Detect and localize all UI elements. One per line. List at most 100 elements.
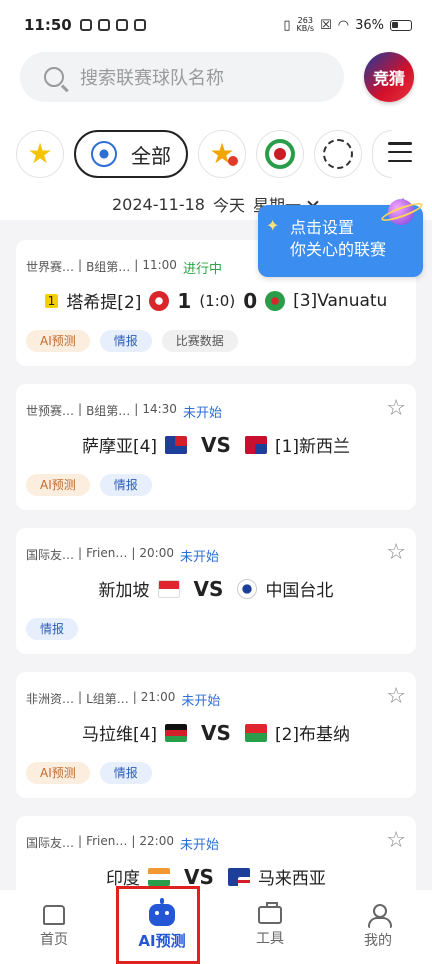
- nav-tools[interactable]: 工具: [216, 890, 324, 964]
- away-team-logo-icon: [265, 290, 286, 311]
- home-icon: [43, 905, 65, 925]
- favorite-star-icon[interactable]: ☆: [386, 398, 406, 420]
- match-status: 进行中: [182, 262, 222, 277]
- tab-league-logo[interactable]: [256, 130, 304, 178]
- tag-intelligence[interactable]: 情报: [99, 330, 152, 352]
- singapore-flag-icon: [157, 579, 180, 598]
- burkina-faso-flag-icon: [244, 723, 267, 742]
- match-meta: 国际友… | Frien… | 22:00 未开始: [26, 834, 220, 853]
- search-placeholder: 搜索联赛球队名称: [80, 68, 224, 89]
- vs-label: VS: [201, 432, 231, 457]
- malaysia-flag-icon: [227, 867, 250, 886]
- match-status: 未开始: [180, 550, 220, 565]
- battery-icon: [390, 19, 412, 31]
- toolbox-icon: [258, 902, 282, 924]
- nav-home-label: 首页: [40, 932, 68, 948]
- highlight-box: [116, 886, 200, 964]
- tab-all-label: 全部: [131, 143, 171, 168]
- vibrate-icon: ▯: [283, 17, 291, 33]
- yellow-card-badge: 1: [44, 293, 59, 308]
- match-card[interactable]: 国际友… | Frien… | 20:00 未开始 ☆ 新加坡 VS 中国台北 情报: [16, 528, 416, 654]
- match-status: 未开始: [181, 694, 221, 709]
- favorite-star-icon[interactable]: ☆: [386, 830, 406, 852]
- match-meta: 国际友… | Frien… | 20:00 未开始: [26, 546, 220, 565]
- vs-label: VS: [184, 864, 214, 889]
- tab-all[interactable]: 全部: [74, 130, 188, 178]
- match-teams: 1 塔希提[2] 1 (1:0) 0 [3]Vanuatu: [16, 288, 416, 313]
- home-team: 萨摩亚[4]: [81, 437, 158, 457]
- user-icon: [367, 904, 392, 928]
- tag-intelligence[interactable]: 情报: [99, 762, 152, 784]
- tag-ai-prediction[interactable]: AI预测: [26, 330, 90, 352]
- tag-match-data[interactable]: 比赛数据: [161, 330, 238, 352]
- samoa-flag-icon: [165, 435, 188, 454]
- wallet-icon: [133, 19, 146, 31]
- match-status: 未开始: [180, 838, 220, 853]
- match-tags: AI预测 情报: [26, 762, 152, 784]
- away-team: 中国台北: [265, 581, 334, 601]
- league-logo-icon: [265, 139, 295, 169]
- match-status: 未开始: [182, 406, 222, 421]
- match-tags: AI预测 情报: [26, 474, 152, 496]
- india-flag-icon: [148, 867, 171, 886]
- away-team: 马来西亚: [257, 869, 326, 889]
- away-score: 0: [243, 288, 258, 313]
- match-teams: 新加坡 VS 中国台北: [16, 576, 416, 602]
- status-right: ▯ 263 KB/s ☒ ◠ 36%: [283, 17, 412, 33]
- match-card[interactable]: 非洲资… | L组第… | 21:00 未开始 ☆ 马拉维[4] VS [2]布基纳 A…: [16, 672, 416, 798]
- tag-intelligence[interactable]: 情报: [99, 474, 152, 496]
- home-team: 新加坡: [98, 581, 150, 601]
- tab-hot-league[interactable]: ★: [198, 130, 246, 178]
- tab-favorites[interactable]: ★: [16, 130, 64, 178]
- league-tabs: ★ 全部 ★: [16, 128, 432, 180]
- tooltip-line2: 你关心的联赛: [290, 240, 387, 259]
- sim-off-icon: ☒: [320, 17, 332, 33]
- sparkle-icon: ✦: [266, 216, 280, 235]
- search-bar[interactable]: 搜索联赛球队名称: [20, 52, 344, 102]
- network-speed: 263 KB/s: [296, 16, 315, 33]
- battery-percent: 36%: [355, 17, 384, 33]
- tag-ai-prediction[interactable]: AI预测: [26, 762, 90, 784]
- champions-league-icon: [323, 139, 353, 169]
- match-teams: 马拉维[4] VS [2]布基纳: [16, 720, 416, 746]
- nav-tools-label: 工具: [256, 931, 284, 947]
- home-team: 塔希提[2]: [66, 293, 142, 313]
- tiktok-icon: [79, 19, 92, 31]
- status-time: 11:50: [24, 16, 72, 34]
- tag-ai-prediction[interactable]: AI预测: [26, 474, 90, 496]
- link-icon: [115, 19, 128, 31]
- match-meta: 非洲资… | L组第… | 21:00 未开始: [26, 690, 221, 709]
- header: 搜索联赛球队名称 竞猜 ★ 全部 ★ 2024-11-18 今天 星期一: [0, 50, 432, 220]
- favorite-star-icon[interactable]: ☆: [386, 542, 406, 564]
- malawi-flag-icon: [165, 723, 188, 742]
- match-teams: 印度 VS 马来西亚: [16, 864, 416, 890]
- jingcai-button[interactable]: 竞猜: [364, 52, 414, 102]
- home-score: 1: [177, 288, 192, 313]
- football-icon: [91, 141, 117, 167]
- menu-icon[interactable]: [388, 142, 412, 162]
- date-value: 2024-11-18: [112, 194, 205, 214]
- tab-champions-league[interactable]: [314, 130, 362, 178]
- tag-intelligence[interactable]: 情报: [26, 618, 79, 640]
- home-team-logo-icon: [149, 290, 170, 311]
- hot-star-icon: ★: [209, 137, 238, 170]
- league-setting-tooltip[interactable]: ✦ 点击设置 你关心的联赛: [258, 198, 425, 277]
- date-today: 今天: [212, 196, 245, 215]
- nav-home[interactable]: 首页: [0, 890, 108, 964]
- vs-label: VS: [201, 720, 231, 745]
- match-teams: 萨摩亚[4] VS [1]新西兰: [16, 432, 416, 458]
- bottom-nav: 首页 AI预测 工具 我的: [0, 890, 432, 964]
- star-icon: ★: [27, 137, 53, 170]
- favorite-star-icon[interactable]: ☆: [386, 686, 406, 708]
- search-icon: [44, 67, 64, 87]
- new-zealand-flag-icon: [244, 435, 267, 454]
- nav-mine[interactable]: 我的: [324, 890, 432, 964]
- wifi-icon: ◠: [337, 17, 350, 33]
- away-team: [1]新西兰: [274, 437, 351, 457]
- match-meta: 世预赛… | B组第… | 14:30 未开始: [26, 402, 222, 421]
- match-card[interactable]: 世预赛… | B组第… | 14:30 未开始 ☆ 萨摩亚[4] VS [1]新西兰 A…: [16, 384, 416, 510]
- status-bar: 11:50 ▯ 263 KB/s ☒ ◠ 36%: [0, 0, 432, 50]
- planet-icon: [379, 191, 425, 231]
- away-team: [3]Vanuatu: [293, 290, 388, 311]
- match-tags: 情报: [26, 618, 79, 640]
